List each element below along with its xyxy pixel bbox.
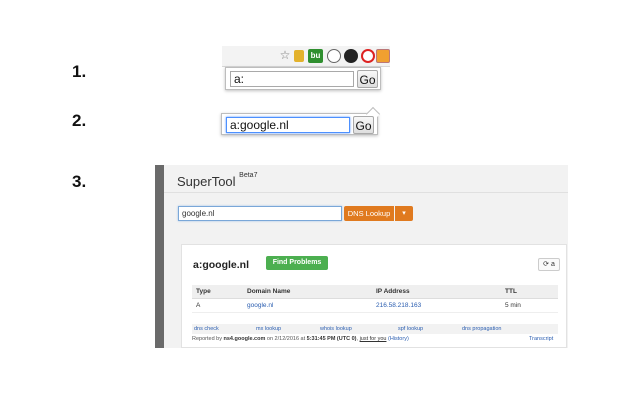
related-tools: dns check mx lookup whois lookup spf loo… [192, 324, 558, 334]
reported-by-label: Reported by [192, 336, 222, 342]
report-footer: Reported by ns4.google.com on 2/12/2016 … [192, 336, 409, 342]
dns-server: ns4.google.com [223, 336, 266, 342]
col-domain: Domain Name [247, 288, 291, 295]
supertool-icon[interactable] [376, 49, 390, 63]
tool-dns-propagation[interactable]: dns propagation [462, 324, 501, 334]
bu-icon[interactable]: bu [308, 49, 323, 63]
table-row: A google.nl 216.58.218.163 5 min [192, 299, 558, 313]
dns-dropdown-button[interactable]: ▾ [395, 206, 413, 221]
transcript-link[interactable]: Transcript [529, 335, 553, 344]
star-icon[interactable]: ☆ [278, 49, 292, 63]
go-button[interactable]: Go [353, 116, 374, 134]
history-link[interactable]: (History) [388, 336, 409, 342]
cell-domain[interactable]: google.nl [247, 299, 273, 313]
report-date: on 2/12/2016 at [266, 336, 306, 342]
refresh-button[interactable]: ⟳ a [538, 258, 560, 271]
tool-spf-lookup[interactable]: spf lookup [398, 324, 423, 334]
dark-circle-icon[interactable] [344, 49, 358, 63]
brand-name: SuperTool [177, 174, 236, 189]
browser-toolbar: ☆ bu [222, 46, 390, 67]
step-number-1: 1. [72, 62, 87, 81]
lookup-input[interactable] [226, 117, 350, 133]
tool-mx-lookup[interactable]: mx lookup [256, 324, 281, 334]
beta-badge: Beta7 [239, 172, 258, 179]
supertool-panel: SuperTool Beta7 google.nl DNS Lookup ▾ a… [155, 165, 568, 348]
tool-whois-lookup[interactable]: whois lookup [320, 324, 352, 334]
cell-ttl: 5 min [505, 302, 521, 309]
popup-step2: Go [221, 106, 381, 135]
go-button[interactable]: Go [357, 70, 378, 88]
panel-header: SuperTool Beta7 [164, 165, 568, 193]
result-title: a:google.nl [193, 259, 249, 271]
step-number-3: 3. [72, 172, 87, 191]
col-ip: IP Address [376, 288, 410, 295]
table-header: Type Domain Name IP Address TTL [192, 285, 558, 299]
opera-icon[interactable] [361, 49, 375, 63]
report-time: 5:31:45 PM (UTC 0) [306, 336, 357, 342]
dns-lookup-button[interactable]: DNS Lookup [344, 206, 394, 221]
lock-icon[interactable] [294, 50, 304, 62]
cell-type: A [196, 302, 201, 309]
popup-step1: Go [225, 67, 381, 90]
brand: SuperTool Beta7 [177, 172, 258, 189]
timer-icon[interactable] [327, 49, 341, 63]
cell-ip[interactable]: 216.58.218.163 [376, 299, 421, 313]
tool-dns-check[interactable]: dns check [194, 324, 219, 334]
lookup-input[interactable] [230, 71, 354, 87]
result-card: a:google.nl Find Problems ⟳ a Type Domai… [181, 244, 567, 348]
col-ttl: TTL [505, 288, 517, 295]
result-table: Type Domain Name IP Address TTL A google… [192, 285, 558, 313]
query-input[interactable]: google.nl [178, 206, 342, 221]
just-for-you-link[interactable]: just for you [360, 336, 387, 342]
col-type: Type [196, 288, 211, 295]
find-problems-button[interactable]: Find Problems [266, 256, 328, 270]
step-number-2: 2. [72, 111, 87, 130]
